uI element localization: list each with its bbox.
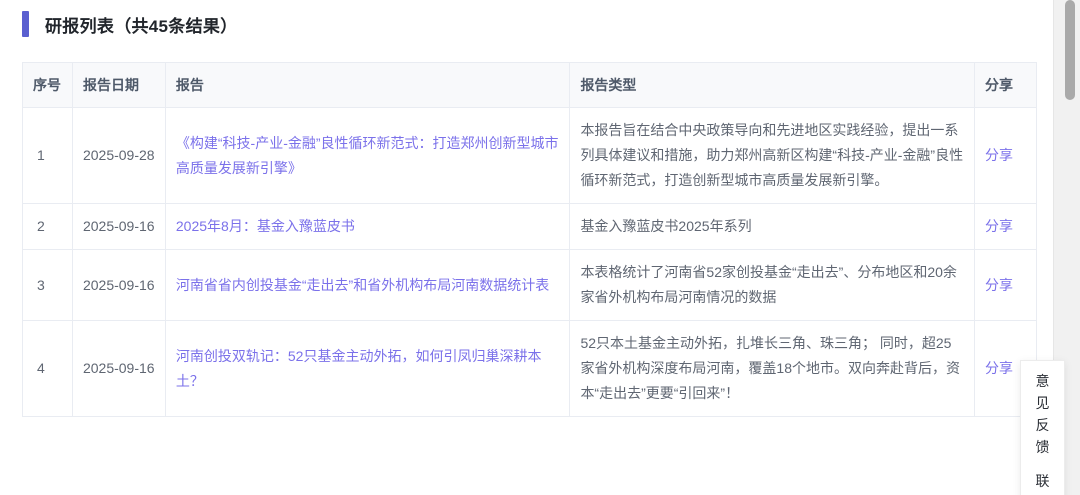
share-link[interactable]: 分享 <box>985 277 1013 293</box>
row-number: 1 <box>23 108 73 204</box>
table-row: 2 2025-09-16 2025年8月：基金入豫蓝皮书 基金入豫蓝皮书2025… <box>23 204 1037 250</box>
column-header-no: 序号 <box>23 63 73 108</box>
report-link[interactable]: 《构建“科技-产业-金融”良性循环新范式：打造郑州创新型城市高质量发展新引擎》 <box>176 135 559 176</box>
report-link[interactable]: 河南创投双轨记：52只基金主动外拓，如何引凤归巢深耕本土？ <box>176 348 542 389</box>
share-link[interactable]: 分享 <box>985 147 1013 163</box>
row-number: 2 <box>23 204 73 250</box>
table-row: 1 2025-09-28 《构建“科技-产业-金融”良性循环新范式：打造郑州创新… <box>23 108 1037 204</box>
floating-action-widget: 意见反馈 联系我们 <box>1020 360 1065 495</box>
report-table: 序号 报告日期 报告 报告类型 分享 1 2025-09-28 《构建“科技-产… <box>22 62 1037 417</box>
scrollbar-thumb[interactable] <box>1065 0 1075 100</box>
share-link[interactable]: 分享 <box>985 360 1013 376</box>
report-list-page: 研报列表（共45条结果） 序号 报告日期 报告 报告类型 分享 1 2025-0… <box>0 0 1080 495</box>
report-date: 2025-09-16 <box>72 204 165 250</box>
page-title: 研报列表（共45条结果） <box>45 12 238 37</box>
report-date: 2025-09-16 <box>72 321 165 417</box>
report-date: 2025-09-16 <box>72 250 165 321</box>
row-number: 3 <box>23 250 73 321</box>
column-header-date: 报告日期 <box>72 63 165 108</box>
report-link[interactable]: 2025年8月：基金入豫蓝皮书 <box>176 218 355 234</box>
share-link[interactable]: 分享 <box>985 218 1013 234</box>
table-row: 4 2025-09-16 河南创投双轨记：52只基金主动外拓，如何引凤归巢深耕本… <box>23 321 1037 417</box>
table-header-row: 序号 报告日期 报告 报告类型 分享 <box>23 63 1037 108</box>
column-header-type: 报告类型 <box>570 63 975 108</box>
report-type: 本表格统计了河南省52家创投基金“走出去”、分布地区和20余家省外机构布局河南情… <box>570 250 975 321</box>
column-header-report: 报告 <box>165 63 570 108</box>
feedback-link[interactable]: 意见反馈 <box>1021 370 1064 458</box>
report-date: 2025-09-28 <box>72 108 165 204</box>
accent-bar <box>22 11 29 37</box>
report-link[interactable]: 河南省省内创投基金“走出去”和省外机构布局河南数据统计表 <box>176 277 549 293</box>
row-number: 4 <box>23 321 73 417</box>
report-type: 52只本土基金主动外拓，扎堆长三角、珠三角； 同时，超25家省外机构深度布局河南… <box>570 321 975 417</box>
table-row: 3 2025-09-16 河南省省内创投基金“走出去”和省外机构布局河南数据统计… <box>23 250 1037 321</box>
report-type: 本报告旨在结合中央政策导向和先进地区实践经验，提出一系列具体建议和措施，助力郑州… <box>570 108 975 204</box>
section-header: 研报列表（共45条结果） <box>22 10 238 38</box>
contact-link[interactable]: 联系我们 <box>1021 470 1064 495</box>
column-header-share: 分享 <box>974 63 1036 108</box>
report-type: 基金入豫蓝皮书2025年系列 <box>570 204 975 250</box>
